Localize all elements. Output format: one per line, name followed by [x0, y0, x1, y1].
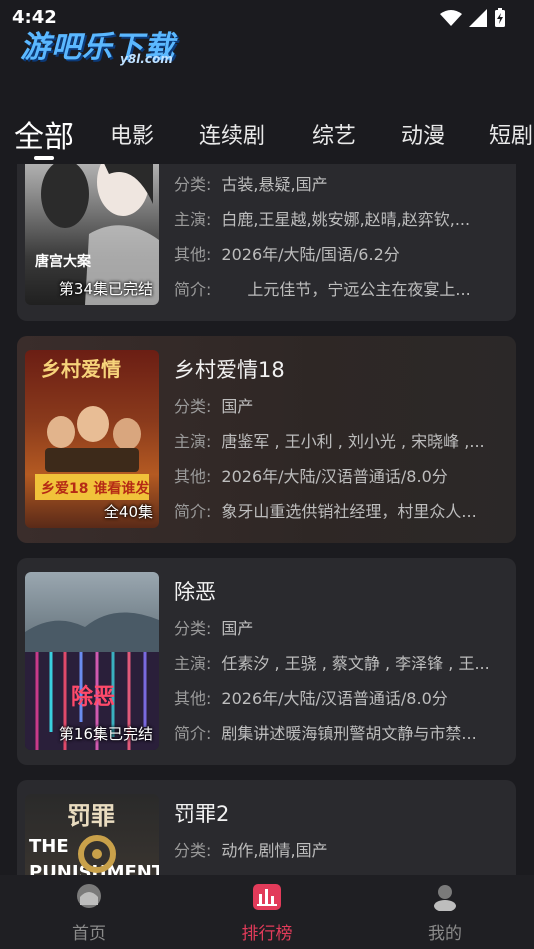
svg-text:乡爱18 谁看谁发: 乡爱18 谁看谁发 — [41, 480, 150, 497]
svg-text:THE: THE — [29, 836, 69, 857]
cast-row: 主演: 任素汐 , 王骁 , 蔡文静 , 李泽锋 , 王... — [174, 654, 490, 673]
tab-all[interactable]: 全部 — [14, 112, 74, 156]
drama-title: 乡村爱情18 — [174, 358, 285, 382]
battery-icon — [495, 8, 505, 27]
category-row: 分类: 动作,剧情,国产 — [174, 841, 328, 860]
nav-profile[interactable]: 我的 — [405, 883, 485, 944]
poster-image: 乡村爱情 乡爱18 谁看谁发 全40集 — [25, 350, 159, 528]
poster-image: 除恶 第16集已完结 — [25, 572, 159, 750]
cast-row: 主演: 白鹿,王星越,姚安娜,赵晴,赵弈钦,... — [174, 210, 471, 229]
cast-row: 主演: 唐鉴军 , 王小利 , 刘小光 , 宋晓峰 ,... — [174, 432, 485, 451]
system-icons — [440, 8, 506, 28]
tab-variety[interactable]: 综艺 — [312, 118, 356, 150]
intro-row: 简介: 上元佳节，宁远公主在夜宴上... — [174, 280, 471, 299]
nav-ranking[interactable]: 排行榜 — [227, 883, 307, 944]
info-row: 其他: 2026年/大陆/国语/6.2分 — [174, 245, 400, 264]
tab-short-drama[interactable]: 短剧 — [489, 118, 533, 150]
drama-title: 罚罪2 — [174, 802, 230, 826]
category-tabs: 全部 电影 连续剧 综艺 动漫 短剧 — [0, 108, 534, 164]
nav-home[interactable]: 首页 — [49, 883, 129, 944]
category-row: 分类: 国产 — [174, 619, 254, 638]
nav-home-label: 首页 — [72, 924, 106, 944]
logo-domain: y8l.com — [120, 52, 173, 66]
drama-card[interactable]: 除恶 第16集已完结 除恶 分类: 国产 主演: 任素汐 , 王骁 , 蔡文静 , … — [17, 558, 516, 765]
svg-text:唐宫大案: 唐宫大案 — [35, 253, 92, 270]
wifi-icon — [440, 10, 462, 26]
tab-movie[interactable]: 电影 — [110, 118, 154, 150]
drama-card[interactable]: 乡村爱情 乡爱18 谁看谁发 全40集 乡村爱情18 分类: 国产 主演: 唐鉴军 … — [17, 336, 516, 543]
info-row: 其他: 2026年/大陆/汉语普通话/8.0分 — [174, 467, 448, 486]
category-row: 分类: 古装,悬疑,国产 — [174, 175, 328, 194]
tab-anime[interactable]: 动漫 — [401, 118, 445, 150]
episode-badge: 第34集已完结 — [58, 280, 153, 298]
drama-card[interactable]: 唐宫大案 第34集已完结 分类: 古装,悬疑,国产 主演: 白鹿,王星越,姚安娜,赵… — [17, 164, 516, 321]
svg-text:罚罪: 罚罪 — [67, 802, 115, 830]
info-row: 其他: 2026年/大陆/汉语普通话/8.0分 — [174, 689, 448, 708]
signal-icon — [469, 9, 487, 27]
nav-ranking-label: 排行榜 — [241, 924, 293, 944]
intro-row: 简介: 象牙山重选供销社经理，村里众人... — [174, 502, 477, 521]
profile-icon — [434, 885, 456, 912]
ranking-list: 唐宫大案 第34集已完结 分类: 古装,悬疑,国产 主演: 白鹿,王星越,姚安娜,赵… — [0, 164, 534, 875]
active-tab-indicator — [34, 156, 54, 160]
episode-badge: 全40集 — [103, 503, 153, 521]
poster-art: 罚罪 THE PUNISHMENT — [29, 802, 159, 875]
svg-text:除恶: 除恶 — [71, 684, 115, 710]
ranking-icon — [253, 884, 281, 910]
tab-series[interactable]: 连续剧 — [199, 118, 265, 150]
category-row: 分类: 国产 — [174, 397, 254, 416]
intro-row: 简介: 剧集讲述暖海镇刑警胡文静与市禁... — [174, 724, 477, 743]
drama-title: 除恶 — [174, 580, 216, 604]
app-logo: 游吧乐下载 y8l.com — [20, 20, 190, 70]
home-icon — [77, 884, 101, 908]
drama-card[interactable]: 罚罪 THE PUNISHMENT 罚罪2 分类: 动作,剧情,国产 — [17, 780, 516, 875]
poster-image: 唐宫大案 第34集已完结 — [25, 164, 159, 305]
nav-profile-label: 我的 — [428, 924, 462, 944]
episode-badge: 第16集已完结 — [58, 725, 153, 743]
bottom-navigation: 首页 排行榜 我的 — [0, 875, 534, 949]
svg-text:乡村爱情: 乡村爱情 — [41, 357, 121, 381]
poster-image: 罚罪 THE PUNISHMENT — [25, 794, 159, 875]
